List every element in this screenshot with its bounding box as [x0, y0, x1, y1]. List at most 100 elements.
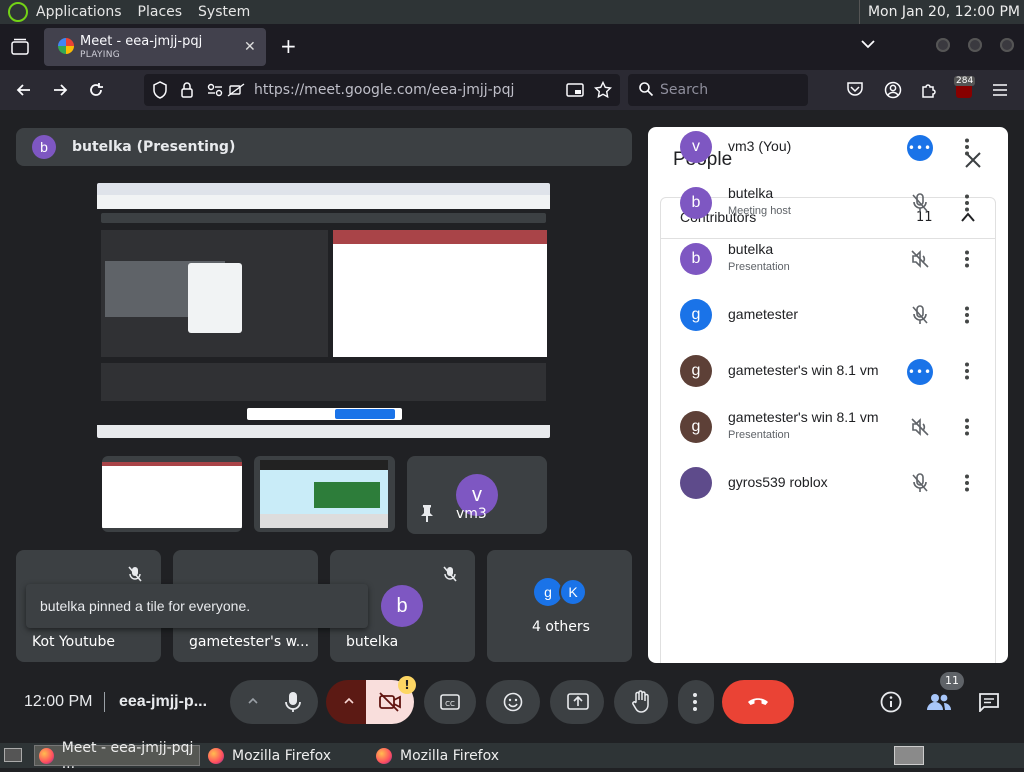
meet-favicon-icon: [58, 38, 74, 54]
taskbar-item-meet[interactable]: Meet - eea-jmjj-pqj ...: [34, 740, 200, 772]
account-icon[interactable]: [884, 81, 902, 99]
meeting-info-icon[interactable]: [880, 691, 902, 713]
participant-more-icon[interactable]: [964, 250, 970, 268]
bookmark-star-icon[interactable]: [594, 81, 612, 99]
participant-name: gametester's win 8.1 vm: [728, 362, 879, 378]
others-avatar-g: g: [534, 578, 562, 606]
toast-text: butelka pinned a tile for everyone.: [40, 598, 251, 614]
applications-menu[interactable]: Applications: [28, 0, 130, 24]
tile-shared-document[interactable]: [102, 456, 242, 532]
chat-icon[interactable]: [978, 692, 1000, 712]
extensions-icon[interactable]: [920, 81, 938, 99]
participant-name: gyros539 roblox: [728, 474, 828, 490]
firefox-icon: [208, 747, 224, 764]
participant-name: butelka: [728, 185, 774, 201]
mic-off-icon: [128, 566, 142, 582]
gnome-foot-icon[interactable]: [8, 2, 28, 22]
participant-avatar: v: [680, 131, 712, 163]
people-panel: People Contributors 11 vvm3 (You)•••bbut…: [648, 127, 1008, 663]
back-icon[interactable]: [14, 80, 34, 100]
participant-role: Presentation: [728, 261, 790, 273]
workspace-switcher-icon[interactable]: [894, 746, 924, 765]
pin-icon: [420, 504, 434, 522]
search-input[interactable]: Search: [660, 82, 708, 98]
mic-off-icon: [911, 473, 929, 493]
time-divider: [104, 692, 105, 712]
camera-warning-badge: !: [398, 676, 416, 694]
participant-more-icon[interactable]: [964, 194, 970, 212]
participant-more-icon[interactable]: [964, 418, 970, 436]
participant-avatar: b: [680, 243, 712, 275]
firefox-icon: [39, 747, 54, 764]
tile-butelka-avatar: b: [381, 585, 423, 627]
tile-gametester-label: gametester's w...: [189, 634, 310, 650]
participant-more-icon[interactable]: [964, 474, 970, 492]
presenter-label: butelka (Presenting): [72, 139, 236, 155]
tile-video-stream[interactable]: [254, 456, 395, 532]
taskbar-item-label: Mozilla Firefox: [400, 747, 500, 764]
participant-name: butelka: [728, 241, 774, 257]
mic-off-icon: [911, 193, 929, 213]
audio-options-chevron-icon[interactable]: [247, 696, 259, 706]
participant-name: vm3 (You): [728, 138, 792, 154]
tracking-shield-icon[interactable]: [152, 81, 168, 99]
people-count-badge: 11: [940, 672, 964, 690]
participant-avatar: g: [680, 299, 712, 331]
mic-off-icon: [911, 305, 929, 325]
mic-off-icon: [443, 566, 457, 582]
window-minimize-icon[interactable]: [936, 38, 950, 52]
people-icon[interactable]: [926, 692, 952, 712]
speaking-indicator-icon: •••: [907, 135, 933, 161]
taskbar-item-label: Meet - eea-jmjj-pqj ...: [61, 739, 194, 772]
taskbar-item-firefox-2[interactable]: Mozilla Firefox: [372, 745, 534, 766]
top-panel: Applications Places System Mon Jan 20, 1…: [0, 0, 1024, 24]
window-maximize-icon[interactable]: [968, 38, 982, 52]
search-bar[interactable]: [628, 74, 808, 106]
emoji-icon: [503, 692, 523, 712]
more-vert-icon: [692, 692, 698, 712]
video-off-icon: [378, 692, 402, 712]
participant-more-icon[interactable]: [964, 138, 970, 156]
others-label: 4 others: [532, 619, 590, 635]
panel-clock[interactable]: Mon Jan 20, 12:00 PM: [858, 0, 1020, 24]
url-text[interactable]: https://meet.google.com/eea-jmjj-pqj: [254, 82, 514, 98]
speaking-indicator-icon: •••: [907, 359, 933, 385]
system-menu[interactable]: System: [190, 0, 258, 24]
others-avatar-k: K: [559, 578, 587, 606]
window-close-icon[interactable]: [1000, 38, 1014, 52]
meeting-code[interactable]: eea-jmjj-p...: [119, 693, 207, 711]
tab-playing-status: PLAYING: [80, 50, 121, 60]
taskbar-item-firefox-1[interactable]: Mozilla Firefox: [204, 745, 366, 766]
picture-in-picture-icon[interactable]: [566, 82, 584, 98]
new-tab-icon[interactable]: +: [280, 34, 297, 58]
forward-icon[interactable]: [50, 80, 70, 100]
participant-more-icon[interactable]: [964, 362, 970, 380]
meeting-time: 12:00 PM: [24, 693, 93, 710]
hamburger-menu-icon[interactable]: [992, 83, 1008, 97]
participant-avatar: [680, 467, 712, 499]
presenter-avatar: b: [32, 135, 56, 159]
tab-close-icon[interactable]: ✕: [244, 39, 256, 55]
taskbar-item-label: Mozilla Firefox: [232, 747, 332, 764]
lock-icon[interactable]: [180, 81, 194, 99]
pocket-icon[interactable]: [846, 81, 864, 97]
camera-options-chevron-icon: [343, 696, 355, 706]
tile-others[interactable]: [487, 550, 632, 662]
participant-more-icon[interactable]: [964, 306, 970, 324]
participant-avatar: g: [680, 355, 712, 387]
tile-vm3-label: vm3: [456, 506, 487, 522]
participant-role: Presentation: [728, 429, 790, 441]
permissions-icon[interactable]: [206, 82, 246, 98]
tab-list-icon[interactable]: [860, 38, 876, 50]
audio-muted-icon: [910, 249, 930, 269]
reload-icon[interactable]: [86, 80, 106, 100]
microphone-icon[interactable]: [285, 691, 301, 713]
presentation-screen[interactable]: [97, 183, 550, 438]
participant-avatar: b: [680, 187, 712, 219]
show-desktop-icon[interactable]: [4, 748, 22, 762]
tab-overview-icon[interactable]: [10, 38, 30, 56]
tile-butelka-label: butelka: [346, 634, 399, 650]
hang-up-icon: [746, 694, 770, 708]
places-menu[interactable]: Places: [130, 0, 191, 24]
tile-kot-youtube-label: Kot Youtube: [32, 634, 115, 650]
